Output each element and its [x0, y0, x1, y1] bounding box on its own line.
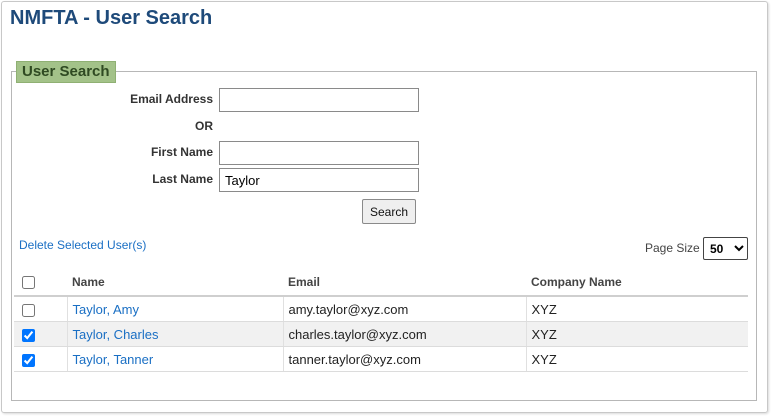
row-checkbox[interactable] — [22, 328, 35, 342]
email-cell: tanner.taylor@xyz.com — [282, 346, 526, 372]
email-cell: charles.taylor@xyz.com — [282, 321, 526, 347]
email-cell: amy.taylor@xyz.com — [282, 296, 526, 322]
table-row: Taylor, Amy amy.taylor@xyz.com XYZ — [14, 296, 748, 322]
row-select-cell — [14, 346, 67, 372]
table-row: Taylor, Tanner tanner.taylor@xyz.com XYZ — [14, 346, 748, 372]
user-search-legend: User Search — [16, 61, 116, 83]
table-row: Taylor, Charles charles.taylor@xyz.com X… — [14, 321, 748, 347]
email-address-input[interactable] — [219, 88, 419, 112]
first-name-input[interactable] — [219, 141, 419, 165]
user-name-link[interactable]: Taylor, Tanner — [73, 352, 154, 367]
user-name-link[interactable]: Taylor, Amy — [73, 302, 139, 317]
page-size-label: Page Size — [645, 241, 700, 255]
email-address-label: Email Address — [130, 92, 213, 106]
user-name-link[interactable]: Taylor, Charles — [73, 327, 159, 342]
name-cell: Taylor, Amy — [66, 296, 283, 322]
page-size-select[interactable]: 50 — [703, 237, 748, 260]
email-column-header[interactable]: Email — [283, 268, 526, 297]
table-header-row: Name Email Company Name — [14, 268, 748, 297]
results-table: Name Email Company Name Taylor, Amy amy.… — [14, 268, 748, 372]
select-all-checkbox[interactable] — [22, 275, 35, 289]
row-checkbox[interactable] — [22, 303, 35, 317]
name-column-header[interactable]: Name — [67, 268, 283, 297]
name-cell: Taylor, Charles — [66, 321, 283, 347]
company-column-header[interactable]: Company Name — [526, 268, 748, 297]
first-name-label: First Name — [150, 145, 213, 159]
select-all-cell — [14, 268, 67, 297]
row-select-cell — [14, 296, 67, 322]
or-label: OR — [195, 119, 213, 133]
company-cell: XYZ — [525, 346, 748, 372]
delete-selected-users-link[interactable]: Delete Selected User(s) — [19, 238, 146, 252]
row-checkbox[interactable] — [22, 353, 35, 367]
name-cell: Taylor, Tanner — [66, 346, 283, 372]
last-name-label: Last Name — [152, 172, 213, 186]
last-name-input[interactable] — [219, 168, 419, 192]
row-select-cell — [14, 321, 67, 347]
company-cell: XYZ — [525, 296, 748, 322]
search-button[interactable]: Search — [362, 199, 416, 224]
company-cell: XYZ — [525, 321, 748, 347]
page-title: NMFTA - User Search — [10, 7, 213, 29]
